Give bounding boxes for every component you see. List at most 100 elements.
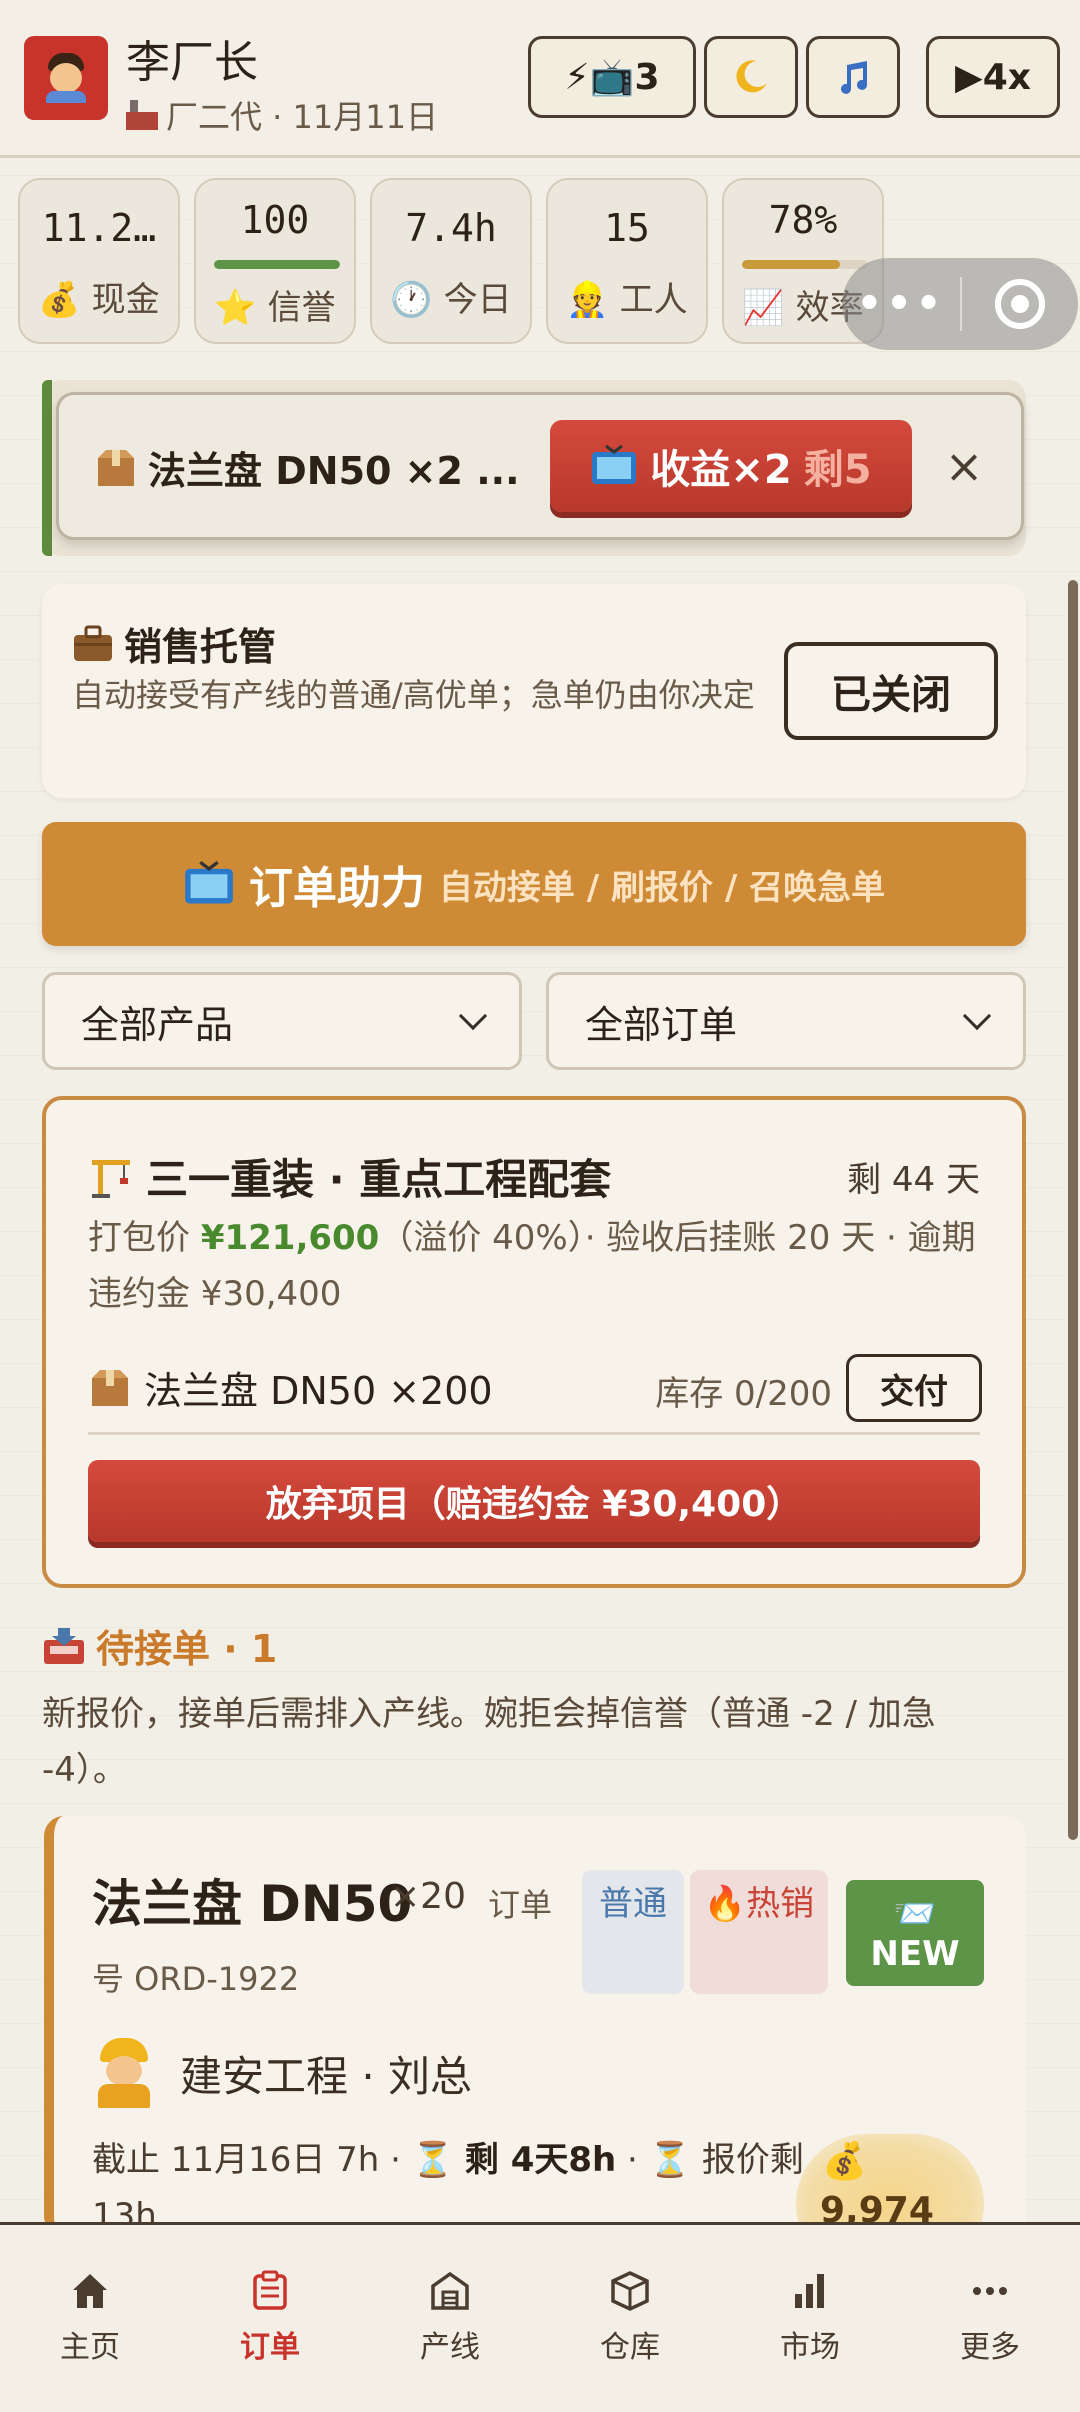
order-filter-value: 全部订单 — [585, 1002, 738, 1047]
scrollbar[interactable] — [1068, 580, 1078, 1840]
nav-item-home[interactable]: 主页 — [0, 2270, 180, 2366]
project-title-text: 三一重装 · 重点工程配套 — [146, 1155, 612, 1204]
order-time-left: 剩 4天8h — [464, 2140, 617, 2180]
close-icon[interactable]: × — [940, 436, 988, 496]
product-filter-select[interactable]: 全部产品 — [42, 972, 522, 1070]
nav-item-label: 产线 — [420, 2330, 480, 2365]
ad-boost-label: ⚡📺3 — [564, 57, 660, 98]
package-icon — [98, 449, 134, 486]
box-icon — [611, 2271, 649, 2311]
tv-icon — [185, 861, 233, 904]
toast-message-text: 法兰盘 DN50 ×2 ... — [148, 449, 520, 493]
music-button[interactable] — [806, 36, 900, 118]
nav-item-label: 市场 — [780, 2330, 840, 2365]
chart-icon — [795, 2274, 824, 2308]
nav-item-label: 订单 — [240, 2330, 300, 2365]
double-reward-label: 收益×2 — [650, 447, 792, 493]
nav-item-label: 仓库 — [600, 2330, 660, 2365]
package-icon — [92, 1369, 128, 1406]
stat-reputation-value: 100 — [240, 198, 310, 242]
player-subtitle-text: 厂二代 · 11月11日 — [166, 98, 438, 136]
briefcase-icon — [74, 625, 112, 661]
stat-cash-value: 11.2… — [41, 206, 157, 250]
tag-new: 📨 NEW — [846, 1880, 984, 1986]
stat-today-label: 🕐 今日 — [390, 280, 512, 320]
inbox-icon — [44, 1627, 84, 1664]
nav-item-lines[interactable]: 产线 — [360, 2270, 540, 2366]
nav-item-orders[interactable]: 订单 — [180, 2270, 360, 2366]
music-note-icon — [841, 61, 867, 94]
order-quantity: ×20 — [390, 1876, 466, 1917]
project-stock: 库存 0/200 — [655, 1374, 832, 1414]
stat-workers[interactable]: 15 👷 工人 — [546, 178, 708, 344]
deliver-button[interactable]: 交付 — [846, 1354, 982, 1422]
project-days-left: 剩 44 天 — [847, 1160, 980, 1200]
nav-item-warehouse[interactable]: 仓库 — [540, 2270, 720, 2366]
reputation-bar — [214, 260, 340, 269]
factory-icon — [431, 2271, 469, 2310]
order-assist-button[interactable]: 订单助力 自动接单 / 刷报价 / 召唤急单 — [42, 822, 1026, 946]
nav-item-market[interactable]: 市场 — [720, 2270, 900, 2366]
stat-today[interactable]: 7.4h 🕐 今日 — [370, 178, 532, 344]
order-filter-select[interactable]: 全部订单 — [546, 972, 1026, 1070]
efficiency-bar-fill — [742, 260, 841, 269]
project-desc-prefix: 打包价 — [88, 1218, 201, 1258]
reputation-bar-fill — [214, 260, 340, 269]
nav-item-more[interactable]: 更多 — [900, 2270, 1080, 2366]
order-assist-label: 订单助力 — [248, 863, 425, 914]
sales-autopilot-toggle[interactable]: 已关闭 — [784, 642, 998, 740]
chevron-down-icon — [458, 1001, 488, 1031]
pending-orders-desc: 新报价，接单后需排入产线。婉拒会掉信誉（普通 -2 / 加急 -4）。 — [42, 1694, 936, 1790]
sales-autopilot-title: 销售托管 — [72, 616, 276, 671]
abandon-project-button[interactable]: 放弃项目（赔违约金 ¥30,400） — [88, 1460, 980, 1542]
order-customer: 建安工程 · 刘总 — [92, 2038, 472, 2108]
moon-icon — [736, 60, 767, 93]
speed-label: ▶4x — [955, 56, 1031, 98]
night-mode-button[interactable] — [704, 36, 798, 118]
ad-boost-button[interactable]: ⚡📺3 — [528, 36, 696, 118]
sales-autopilot-desc: 自动接受有产线的普通/高优单；急单仍由你决定 — [72, 676, 755, 714]
miniprogram-capsule: ••• — [842, 258, 1078, 350]
more-menu-icon[interactable]: ••• — [842, 281, 960, 327]
avatar[interactable] — [24, 36, 108, 120]
stat-cash-label: 💰 现金 — [38, 280, 160, 320]
stat-reputation-label: ⭐ 信誉 — [214, 288, 336, 328]
home-icon — [73, 2274, 107, 2308]
avatar-face-icon — [44, 53, 88, 103]
double-reward-button[interactable]: 收益×2 剩5 — [550, 420, 912, 512]
stat-cash[interactable]: 11.2… 💰 现金 — [18, 178, 180, 344]
project-desc: 打包价 ¥121,600（溢价 40%）· 验收后挂账 20 天 · 逾期违约金… — [88, 1210, 988, 1322]
crane-icon — [92, 1159, 130, 1198]
order-assist-sub: 自动接单 / 刷报价 / 召唤急单 — [438, 867, 886, 908]
double-reward-remaining: 剩5 — [803, 447, 872, 493]
pending-orders-title-text: 待接单 · 1 — [96, 1627, 278, 1671]
stat-workers-value: 15 — [604, 206, 650, 250]
money-bag-icon: 💰 — [822, 2141, 867, 2182]
efficiency-bar — [742, 260, 868, 269]
order-customer-name: 建安工程 · 刘总 — [180, 2051, 473, 2101]
stat-today-value: 7.4h — [405, 206, 497, 250]
order-number-label: 订单 — [488, 1886, 553, 1924]
player-subtitle: 厂二代 · 11月11日 — [126, 92, 438, 138]
construction-worker-icon — [92, 2038, 156, 2108]
sales-autopilot-title-text: 销售托管 — [124, 625, 277, 669]
nav-item-label: 主页 — [60, 2330, 120, 2365]
product-filter-value: 全部产品 — [81, 1002, 234, 1047]
close-miniprogram-icon[interactable] — [962, 279, 1078, 329]
toast-accent — [42, 380, 52, 556]
pending-orders-title: 待接单 · 1 — [42, 1618, 277, 1673]
orders-icon — [253, 2270, 287, 2310]
speed-button[interactable]: ▶4x — [926, 36, 1060, 118]
divider — [88, 1432, 980, 1435]
project-item: 法兰盘 DN50 ×200 — [88, 1360, 493, 1415]
player-name: 李厂长 — [126, 37, 258, 88]
toast-message: 法兰盘 DN50 ×2 ... — [94, 440, 520, 495]
factory-icon — [126, 100, 158, 130]
stat-reputation[interactable]: 100 ⭐ 信誉 — [194, 178, 356, 344]
chevron-down-icon — [962, 1001, 992, 1031]
project-price: ¥121,600 — [200, 1218, 380, 1258]
tag-hot: 🔥热销 — [690, 1870, 828, 1994]
tag-new-label: NEW — [870, 1934, 960, 1974]
nav-item-label: 更多 — [960, 2330, 1020, 2365]
envelope-icon: 📨 — [893, 1894, 937, 1934]
